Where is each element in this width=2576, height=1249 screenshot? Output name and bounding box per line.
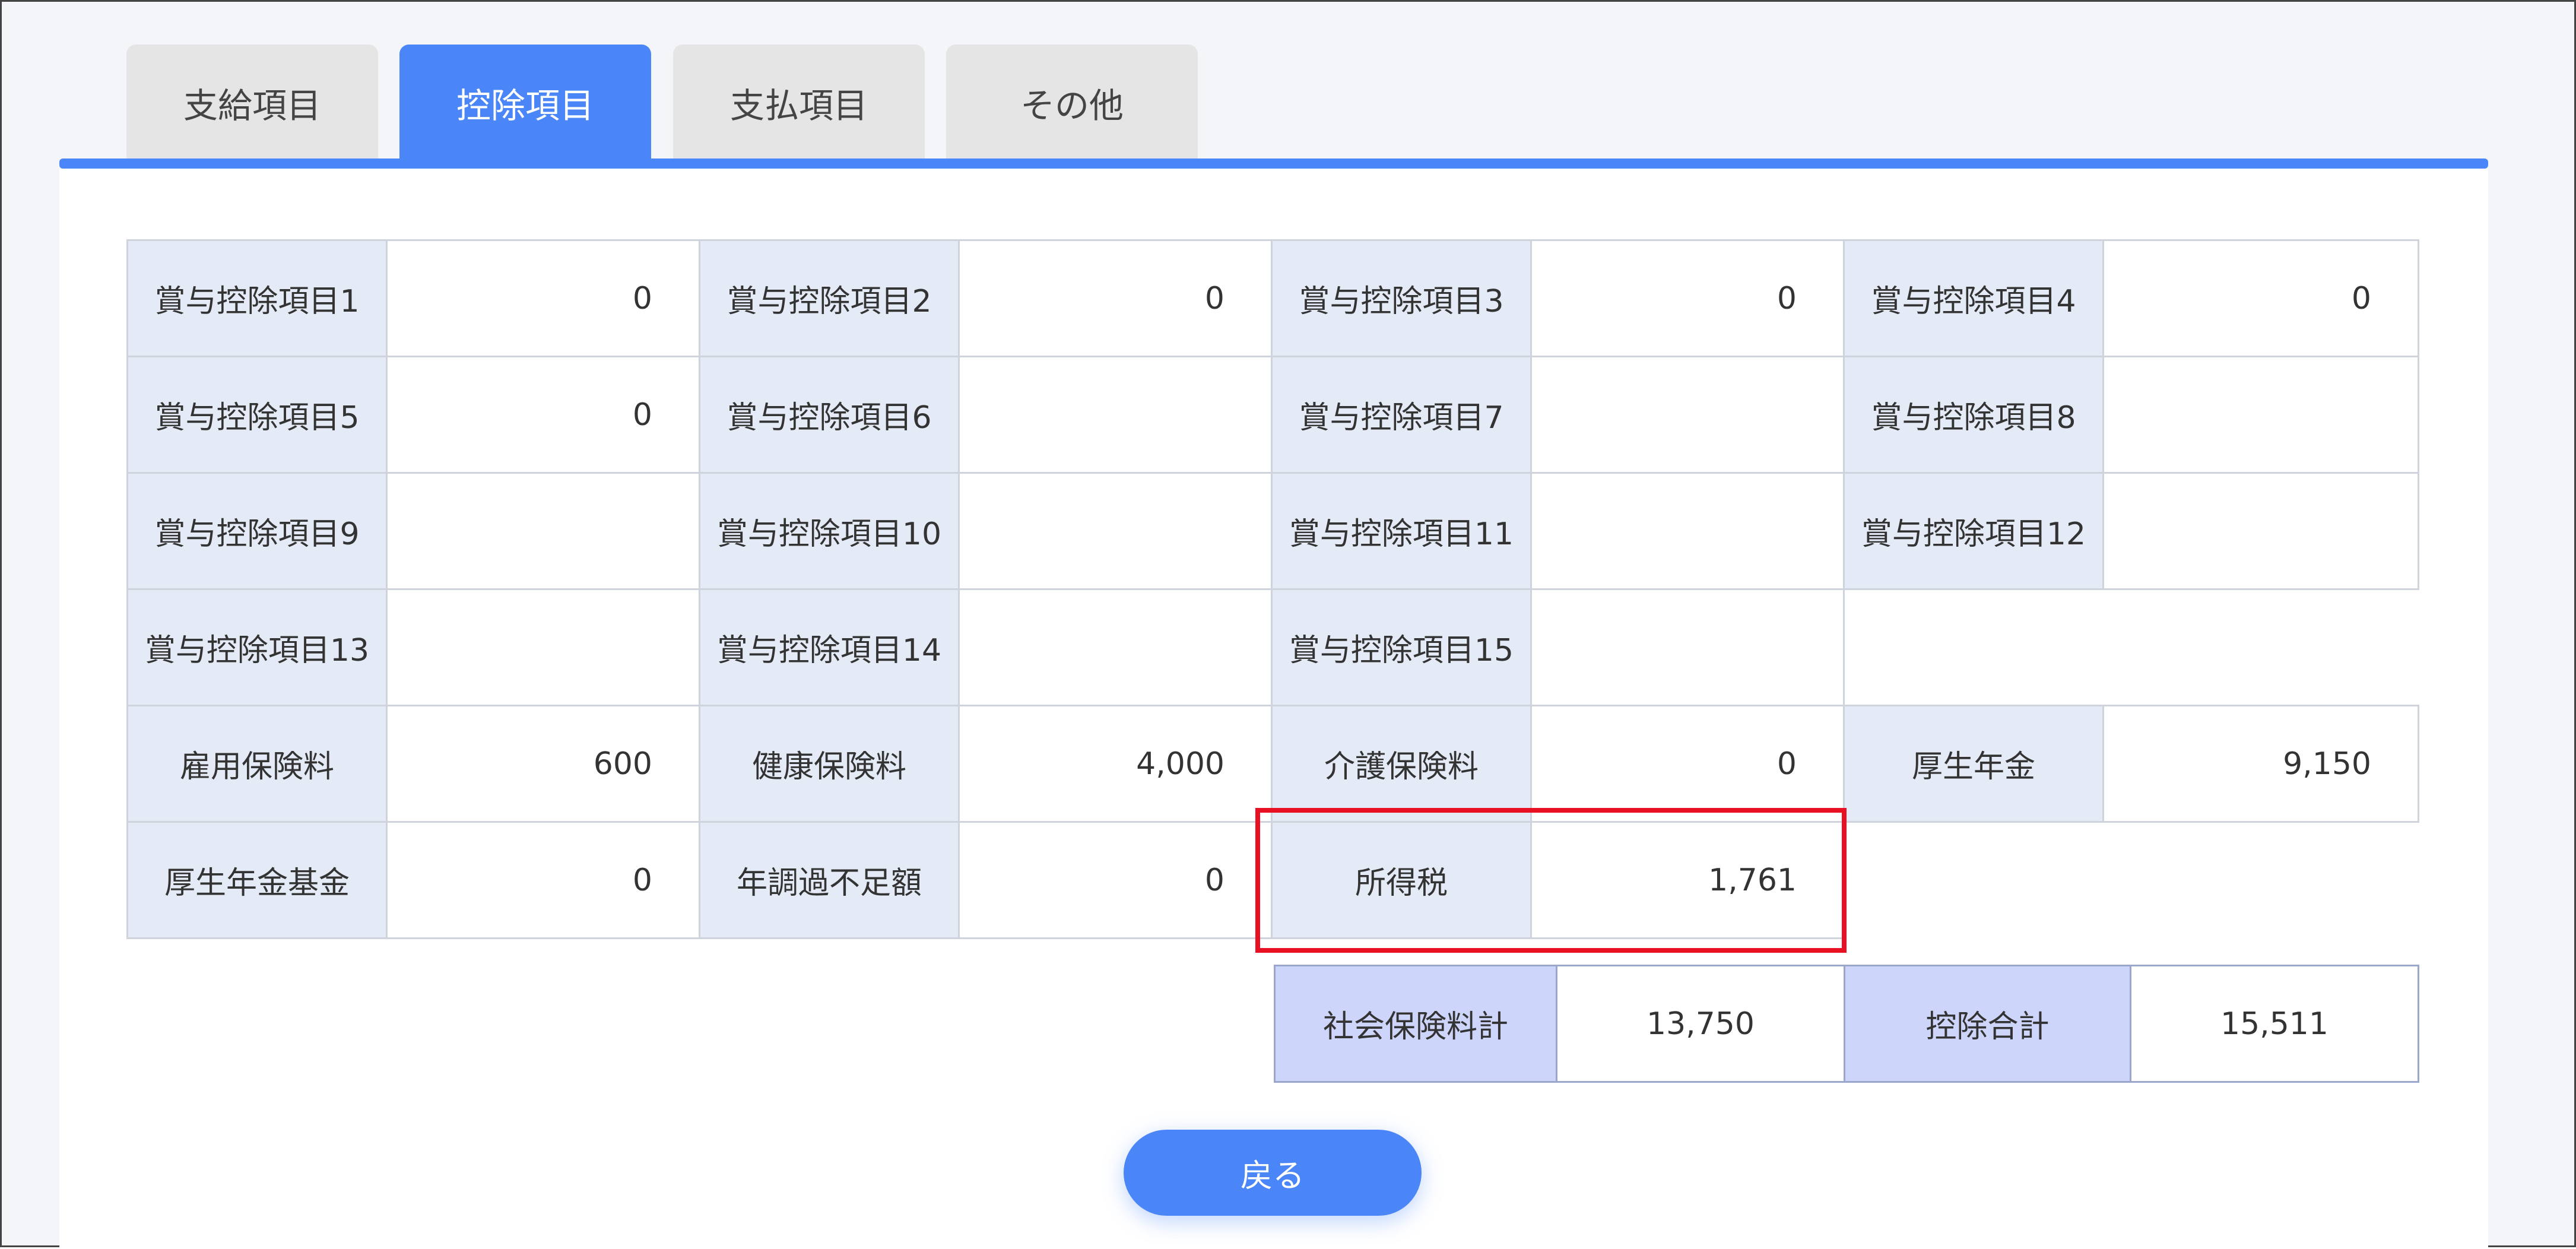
health-insurance-value: 4,000 bbox=[958, 705, 1273, 823]
social-insurance-total-value: 13,750 bbox=[1556, 965, 1845, 1083]
pension-fund-label: 厚生年金基金 bbox=[126, 821, 388, 939]
tab-deduction-items[interactable]: 控除項目 bbox=[399, 45, 651, 160]
table-row: 社会保険料計 13,750 控除合計 15,511 bbox=[1274, 965, 2419, 1083]
year-end-adjustment-value: 0 bbox=[958, 821, 1273, 939]
bonus-deduction-4-label: 賞与控除項目4 bbox=[1843, 239, 2104, 357]
deduction-total-label: 控除合計 bbox=[1844, 965, 2131, 1083]
bonus-deduction-12-label: 賞与控除項目12 bbox=[1843, 472, 2104, 590]
bonus-deduction-14-label: 賞与控除項目14 bbox=[699, 588, 960, 706]
employment-insurance-label: 雇用保険料 bbox=[126, 705, 388, 823]
bonus-deduction-1-label: 賞与控除項目1 bbox=[126, 239, 388, 357]
bonus-deduction-8-value bbox=[2102, 356, 2419, 474]
bonus-deduction-3-label: 賞与控除項目3 bbox=[1271, 239, 1532, 357]
tab-payment-items[interactable]: 支給項目 bbox=[126, 45, 378, 160]
table-row: 賞与控除項目13 賞与控除項目14 賞与控除項目15 bbox=[126, 588, 2419, 706]
bonus-deduction-14-value bbox=[958, 588, 1273, 706]
nursing-care-insurance-value: 0 bbox=[1530, 705, 1845, 823]
table-row: 賞与控除項目1 0 賞与控除項目2 0 賞与控除項目3 0 賞与控除項目4 0 bbox=[126, 239, 2419, 357]
bonus-deduction-1-value: 0 bbox=[386, 239, 700, 357]
health-insurance-label: 健康保険料 bbox=[699, 705, 960, 823]
welfare-pension-value: 9,150 bbox=[2102, 705, 2419, 823]
welfare-pension-label: 厚生年金 bbox=[1843, 705, 2104, 823]
year-end-adjustment-label: 年調過不足額 bbox=[699, 821, 960, 939]
bonus-deduction-11-value bbox=[1530, 472, 1845, 590]
screen-frame: 支給項目 控除項目 支払項目 その他 賞与控除項目1 0 賞与控除項目2 0 賞… bbox=[0, 0, 2576, 1249]
pension-fund-value: 0 bbox=[386, 821, 700, 939]
totals-table: 社会保険料計 13,750 控除合計 15,511 bbox=[1274, 965, 2419, 1083]
tab-payout-items[interactable]: 支払項目 bbox=[673, 45, 925, 160]
bonus-deduction-5-value: 0 bbox=[386, 356, 700, 474]
bonus-deduction-6-label: 賞与控除項目6 bbox=[699, 356, 960, 474]
income-tax-label: 所得税 bbox=[1271, 821, 1532, 939]
bonus-deduction-2-value: 0 bbox=[958, 239, 1273, 357]
table-row: 雇用保険料 600 健康保険料 4,000 介護保険料 0 厚生年金 9,150 bbox=[126, 705, 2419, 823]
bonus-deduction-5-label: 賞与控除項目5 bbox=[126, 356, 388, 474]
tab-other[interactable]: その他 bbox=[946, 45, 1198, 160]
bonus-deduction-2-label: 賞与控除項目2 bbox=[699, 239, 960, 357]
employment-insurance-value: 600 bbox=[386, 705, 700, 823]
bonus-deduction-8-label: 賞与控除項目8 bbox=[1843, 356, 2104, 474]
bonus-deduction-13-value bbox=[386, 588, 700, 706]
bonus-deduction-12-value bbox=[2102, 472, 2419, 590]
tab-underline bbox=[59, 158, 2488, 169]
bonus-deduction-9-value bbox=[386, 472, 700, 590]
bonus-deduction-3-value: 0 bbox=[1530, 239, 1845, 357]
table-row: 賞与控除項目5 0 賞与控除項目6 賞与控除項目7 賞与控除項目8 bbox=[126, 356, 2419, 474]
income-tax-value: 1,761 bbox=[1530, 821, 1845, 939]
bonus-deduction-7-label: 賞与控除項目7 bbox=[1271, 356, 1532, 474]
nursing-care-insurance-label: 介護保険料 bbox=[1271, 705, 1532, 823]
bonus-deduction-10-value bbox=[958, 472, 1273, 590]
table-row: 厚生年金基金 0 年調過不足額 0 所得税 1,761 bbox=[126, 821, 2419, 939]
bonus-deduction-15-label: 賞与控除項目15 bbox=[1271, 588, 1532, 706]
bonus-deduction-9-label: 賞与控除項目9 bbox=[126, 472, 388, 590]
deduction-table: 賞与控除項目1 0 賞与控除項目2 0 賞与控除項目3 0 賞与控除項目4 0 … bbox=[126, 239, 2419, 939]
social-insurance-total-label: 社会保険料計 bbox=[1274, 965, 1557, 1083]
bonus-deduction-11-label: 賞与控除項目11 bbox=[1271, 472, 1532, 590]
bonus-deduction-6-value bbox=[958, 356, 1273, 474]
bonus-deduction-4-value: 0 bbox=[2102, 239, 2419, 357]
deduction-total-value: 15,511 bbox=[2130, 965, 2419, 1083]
bonus-deduction-10-label: 賞与控除項目10 bbox=[699, 472, 960, 590]
empty-cell bbox=[1844, 822, 2419, 939]
table-row: 賞与控除項目9 賞与控除項目10 賞与控除項目11 賞与控除項目12 bbox=[126, 472, 2419, 590]
bonus-deduction-7-value bbox=[1530, 356, 1845, 474]
empty-cell bbox=[1844, 589, 2419, 706]
bonus-deduction-13-label: 賞与控除項目13 bbox=[126, 588, 388, 706]
bonus-deduction-15-value bbox=[1530, 588, 1845, 706]
back-button[interactable]: 戻る bbox=[1124, 1130, 1422, 1216]
